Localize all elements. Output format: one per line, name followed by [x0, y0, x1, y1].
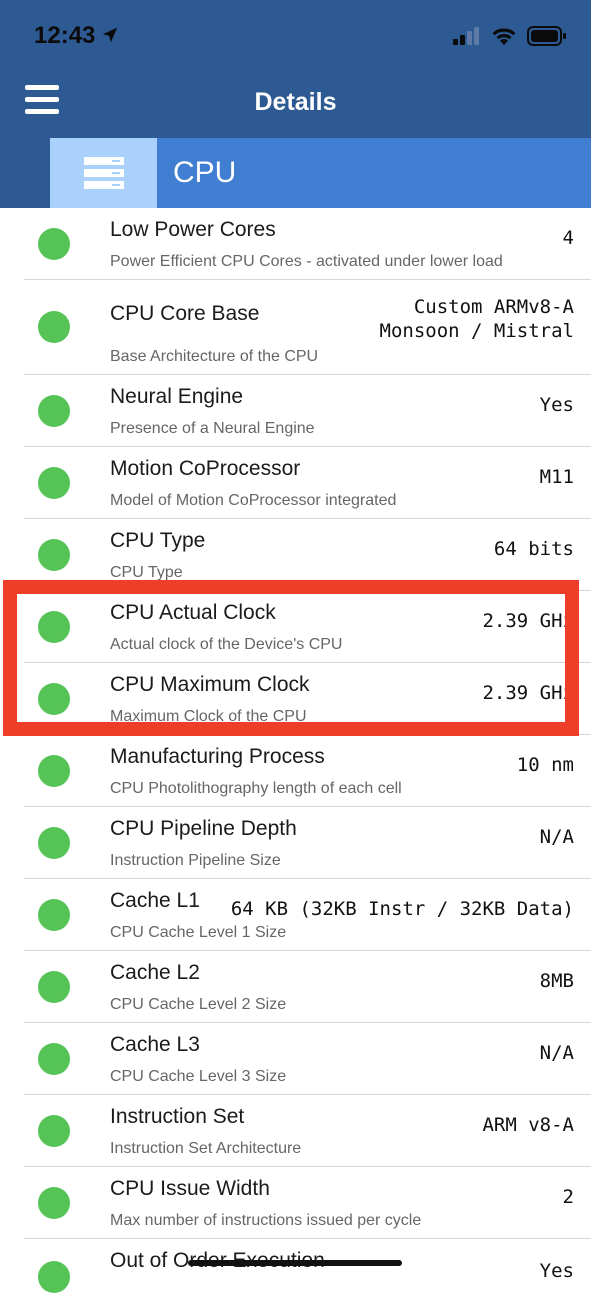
page-title: Details: [254, 88, 337, 116]
row-value: Yes: [539, 394, 574, 416]
row-value: N/A: [539, 1042, 574, 1064]
list-item[interactable]: CPU Pipeline Depth Instruction Pipeline …: [0, 807, 591, 879]
row-title: Cache L3: [110, 1033, 200, 1056]
list-item[interactable]: Cache L2 CPU Cache Level 2 Size 8MB: [0, 951, 591, 1023]
status-dot-icon: [38, 755, 70, 787]
row-value: 2.39 GHz: [482, 682, 574, 704]
list-item[interactable]: Cache L1 CPU Cache Level 1 Size 64 KB (3…: [0, 879, 591, 951]
status-dot-icon: [38, 228, 70, 260]
row-subtitle: CPU Cache Level 3 Size: [110, 1068, 287, 1085]
row-subtitle: Instruction Pipeline Size: [110, 852, 281, 869]
row-title: CPU Actual Clock: [110, 601, 276, 624]
list-item[interactable]: CPU Actual Clock Actual clock of the Dev…: [0, 591, 591, 663]
row-subtitle: CPU Cache Level 1 Size: [110, 924, 287, 941]
status-dot-icon: [38, 1115, 70, 1147]
status-dot-icon: [38, 1187, 70, 1219]
list-item[interactable]: CPU Maximum Clock Maximum Clock of the C…: [0, 663, 591, 735]
battery-icon: [527, 26, 566, 46]
row-subtitle: Instruction Set Architecture: [110, 1140, 302, 1157]
row-value: 64 bits: [493, 538, 574, 560]
row-subtitle: Power Efficient CPU Cores - activated un…: [110, 253, 503, 270]
row-subtitle: Base Architecture of the CPU: [110, 348, 319, 365]
list-item[interactable]: Manufacturing Process CPU Photolithograp…: [0, 735, 591, 807]
row-subtitle: Actual clock of the Device's CPU: [110, 636, 343, 653]
status-dot-icon: [38, 899, 70, 931]
home-indicator[interactable]: [188, 1260, 402, 1266]
row-value: Yes: [539, 1260, 574, 1282]
status-dot-icon: [38, 827, 70, 859]
status-dot-icon: [38, 395, 70, 427]
row-subtitle: CPU Cache Level 2 Size: [110, 996, 287, 1013]
list-item[interactable]: CPU Core Base Base Architecture of the C…: [0, 280, 591, 375]
status-dot-icon: [38, 467, 70, 499]
row-value: 2.39 GHz: [482, 610, 574, 632]
row-value: Custom ARMv8-A Monsoon / Mistral: [379, 296, 574, 342]
row-value: 8MB: [539, 970, 574, 992]
navigation-bar: 12:43 Details: [0, 0, 591, 138]
list-item[interactable]: CPU Issue Width Max number of instructio…: [0, 1167, 591, 1239]
row-subtitle: Max number of instructions issued per cy…: [110, 1212, 422, 1229]
status-dot-icon: [38, 1043, 70, 1075]
list-item[interactable]: Low Power Cores Power Efficient CPU Core…: [0, 208, 591, 280]
list-item[interactable]: Neural Engine Presence of a Neural Engin…: [0, 375, 591, 447]
list-item[interactable]: CPU Type CPU Type 64 bits: [0, 519, 591, 591]
row-subtitle: CPU Type: [110, 564, 183, 581]
status-dot-icon: [38, 683, 70, 715]
row-title: Neural Engine: [110, 385, 244, 408]
list-item[interactable]: Cache L3 CPU Cache Level 3 Size N/A: [0, 1023, 591, 1095]
row-value: 2: [562, 1186, 574, 1208]
row-value: N/A: [539, 826, 574, 848]
location-arrow-icon: [102, 27, 118, 43]
section-title: CPU: [173, 156, 237, 189]
status-indicators: [453, 24, 567, 48]
row-value: 10 nm: [516, 754, 574, 776]
row-title: Motion CoProcessor: [110, 457, 301, 480]
row-value: M11: [539, 466, 574, 488]
section-icon-box: [50, 138, 157, 208]
status-dot-icon: [38, 611, 70, 643]
row-title: CPU Issue Width: [110, 1177, 270, 1200]
wifi-icon: [492, 28, 516, 45]
status-dot-icon: [38, 971, 70, 1003]
signal-icon: [453, 27, 479, 45]
row-value: 64 KB (32KB Instr / 32KB Data): [230, 898, 574, 920]
row-subtitle: Maximum Clock of the CPU: [110, 708, 307, 725]
row-title: CPU Type: [110, 529, 206, 552]
row-subtitle: Model of Motion CoProcessor integrated: [110, 492, 397, 509]
list-item[interactable]: Instruction Set Instruction Set Architec…: [0, 1095, 591, 1167]
row-value: ARM v8-A: [482, 1114, 574, 1136]
row-title: Cache L1: [110, 889, 200, 912]
row-title: Instruction Set: [110, 1105, 245, 1128]
row-title: CPU Maximum Clock: [110, 673, 310, 696]
row-subtitle: Presence of a Neural Engine: [110, 420, 315, 437]
status-dot-icon: [38, 1261, 70, 1293]
row-title: Cache L2: [110, 961, 200, 984]
section-header: CPU: [0, 138, 591, 208]
row-title: Low Power Cores: [110, 218, 276, 241]
status-time: 12:43: [34, 22, 96, 49]
row-subtitle: CPU Photolithography length of each cell: [110, 780, 402, 797]
status-dot-icon: [38, 539, 70, 571]
row-title: Manufacturing Process: [110, 745, 325, 768]
status-dot-icon: [38, 311, 70, 343]
row-value: 4: [562, 227, 574, 249]
server-rack-icon: [83, 157, 124, 189]
list-item[interactable]: Motion CoProcessor Model of Motion CoPro…: [0, 447, 591, 519]
row-title: CPU Pipeline Depth: [110, 817, 297, 840]
row-title: CPU Core Base: [110, 302, 260, 325]
